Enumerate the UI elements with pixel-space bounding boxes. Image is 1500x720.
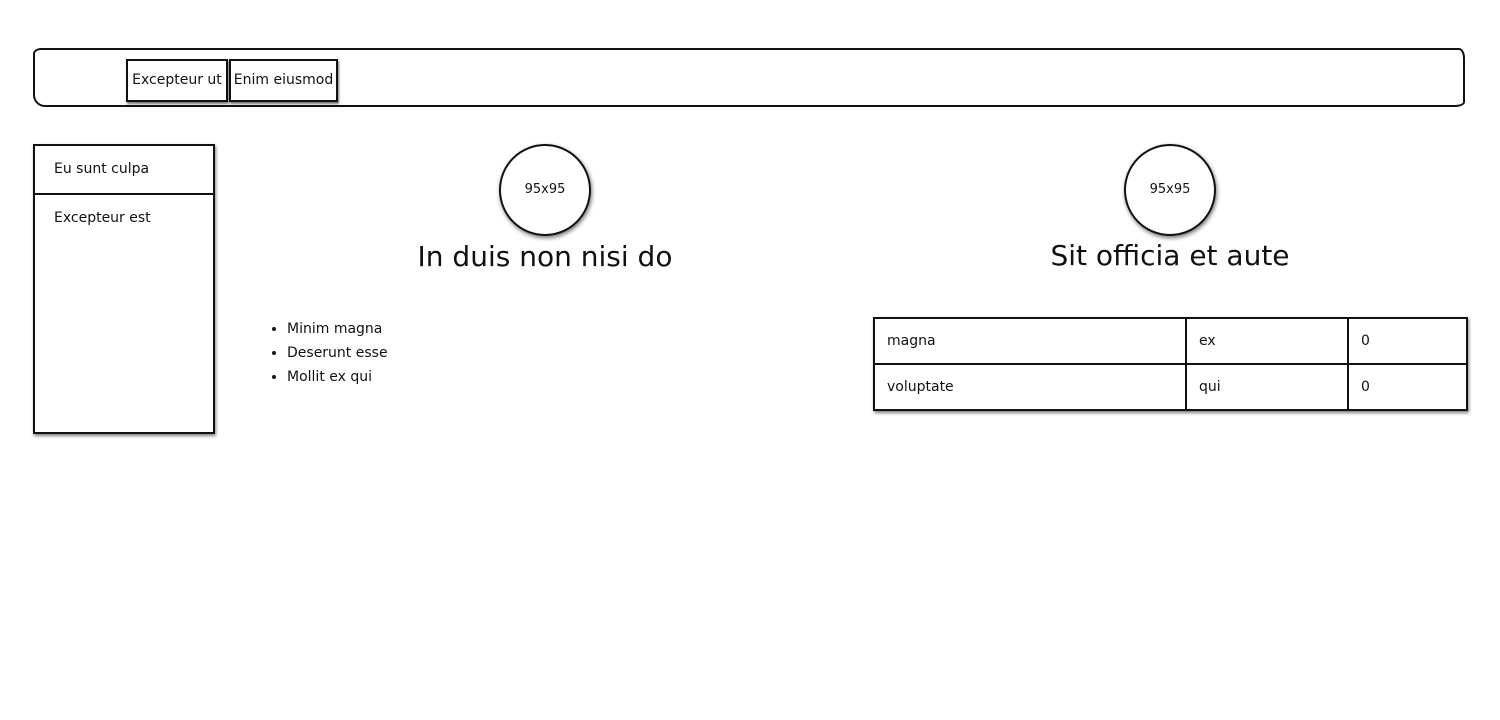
list-item: Mollit ex qui [287, 365, 388, 389]
table-cell: ex [1185, 317, 1349, 365]
bullet-list: Minim magna Deserunt esse Mollit ex qui [256, 317, 388, 389]
sidebar-item-eu-sunt-culpa[interactable]: Eu sunt culpa [35, 146, 213, 195]
sidebar: Eu sunt culpa Excepteur est [33, 144, 215, 434]
table-cell: voluptate [873, 363, 1187, 411]
table-cell: qui [1185, 363, 1349, 411]
data-table: magna ex 0 voluptate qui 0 [873, 317, 1468, 411]
top-navbar: Excepteur ut Enim eiusmod [33, 48, 1465, 107]
sidebar-item-excepteur-est[interactable]: Excepteur est [35, 195, 213, 244]
table-row: voluptate qui 0 [873, 363, 1468, 411]
table-cell: 0 [1347, 363, 1468, 411]
table-row: magna ex 0 [873, 317, 1468, 365]
right-panel-heading: Sit officia et aute [1050, 239, 1290, 272]
table-cell: 0 [1347, 317, 1468, 365]
avatar-placeholder-left: 95x95 [499, 144, 591, 236]
list-item: Deserunt esse [287, 341, 388, 365]
table-cell: magna [873, 317, 1187, 365]
nav-button-excepteur-ut[interactable]: Excepteur ut [126, 59, 228, 102]
list-item: Minim magna [287, 317, 388, 341]
nav-button-enim-eiusmod[interactable]: Enim eiusmod [229, 59, 338, 102]
avatar-placeholder-right: 95x95 [1124, 144, 1216, 236]
left-panel-heading: In duis non nisi do [417, 240, 673, 273]
